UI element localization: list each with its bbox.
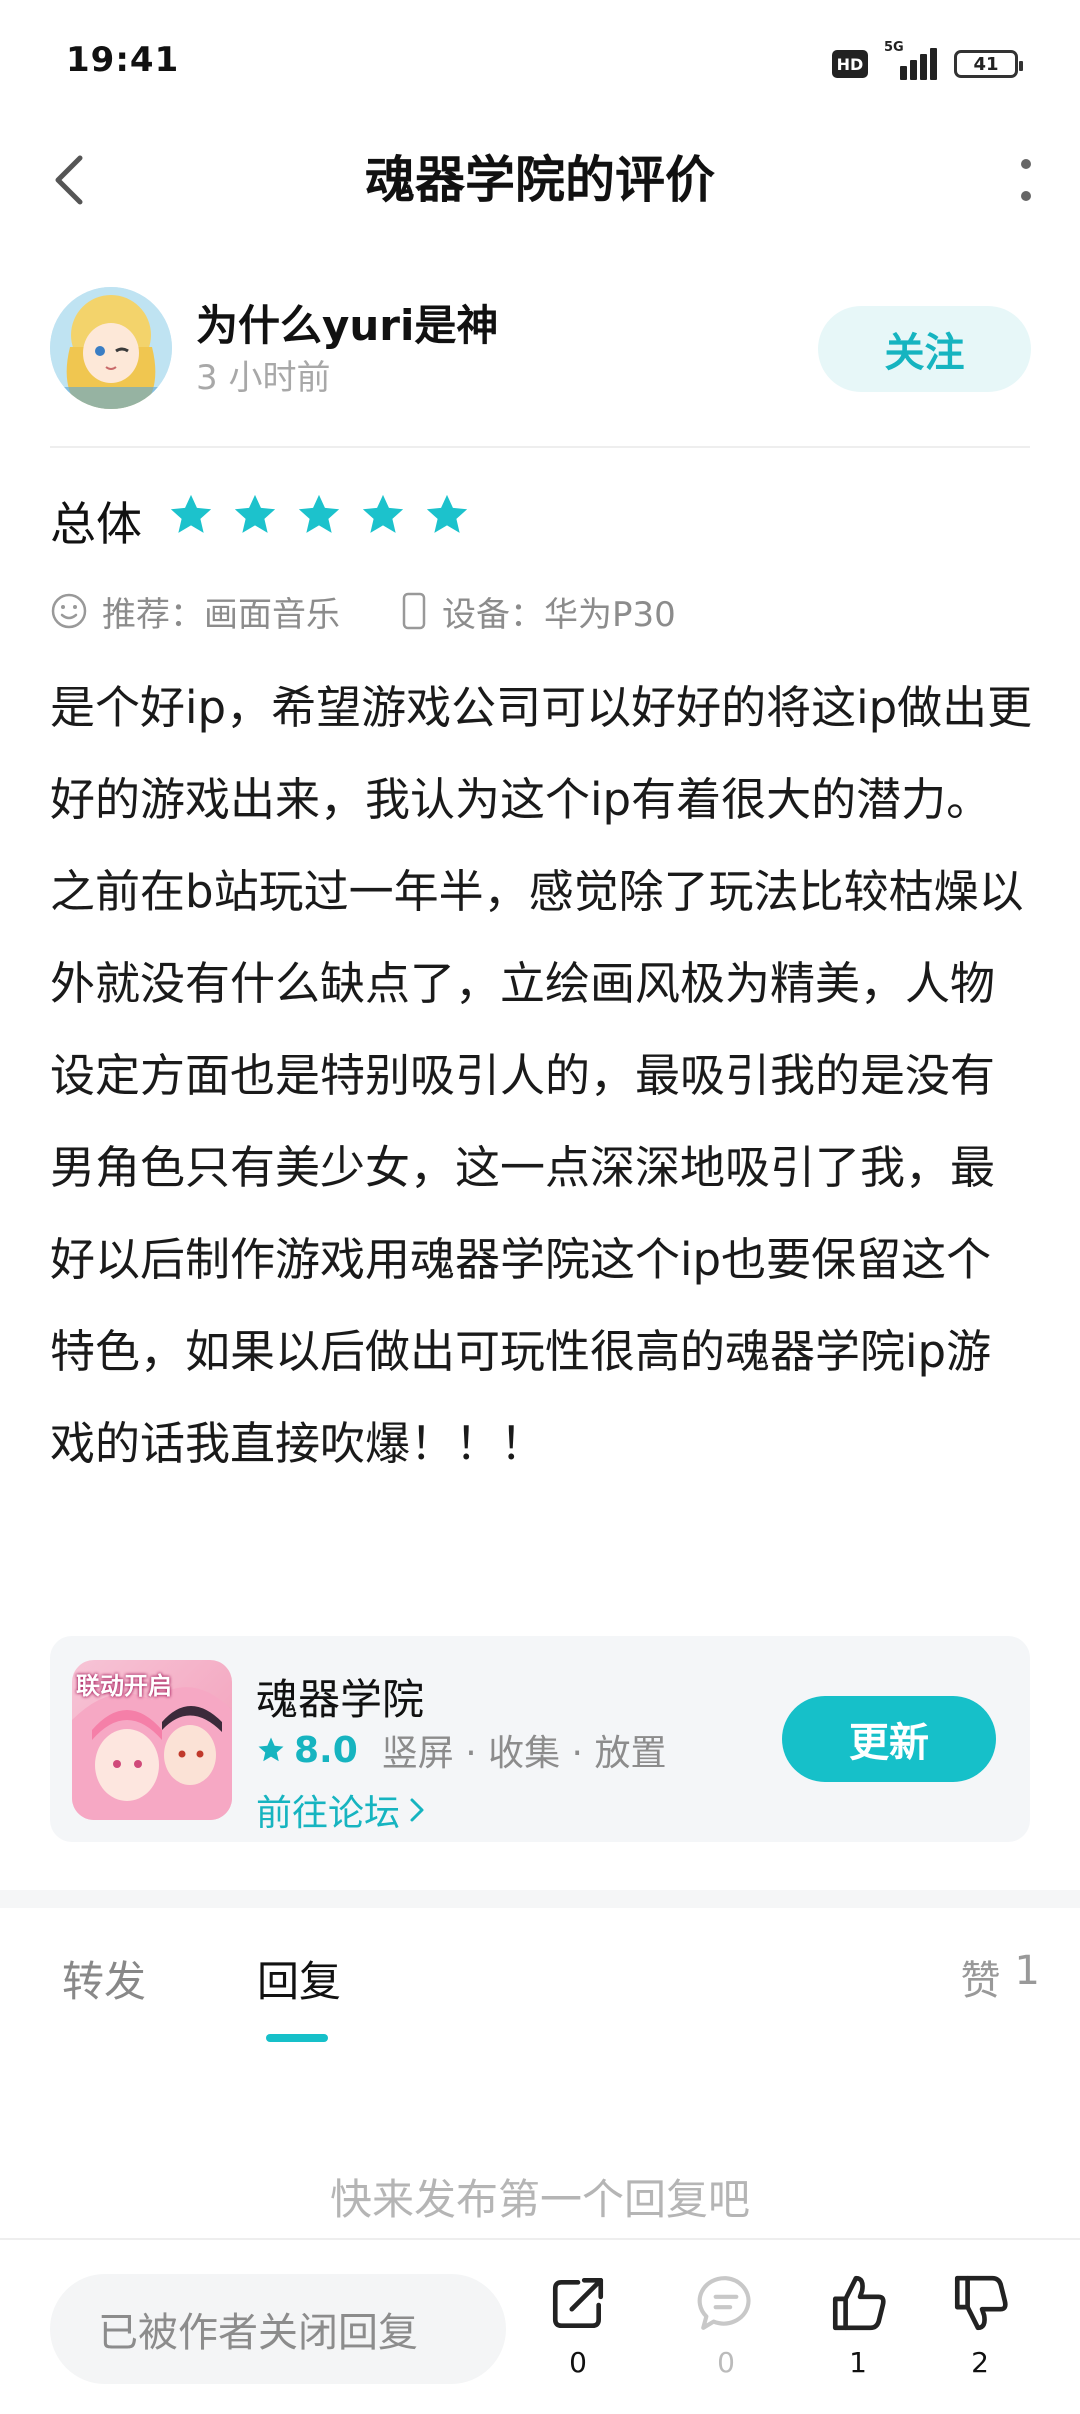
share-count: 0 [569, 2346, 587, 2379]
game-name[interactable]: 魂器学院 [256, 1666, 424, 1727]
more-vertical-icon [1021, 159, 1031, 201]
more-button[interactable] [996, 150, 1056, 210]
game-score: 8.0 [294, 1729, 358, 1771]
post-time: 3 小时前 [196, 358, 331, 398]
like-button[interactable]: 1 [808, 2272, 908, 2379]
forum-link-label: 前往论坛 [256, 1793, 401, 1834]
star-icon [170, 494, 212, 533]
comment-icon [697, 2276, 751, 2330]
dislike-count: 2 [971, 2346, 989, 2379]
divider [50, 446, 1030, 448]
update-button[interactable]: 更新 [782, 1696, 996, 1782]
dislike-button[interactable]: 2 [930, 2272, 1030, 2379]
likes-label: 赞 [960, 1958, 1001, 2004]
comment-button[interactable]: 0 [676, 2272, 776, 2379]
star-icon [362, 494, 404, 533]
status-bar: 19:41 HD 5G 41 [0, 0, 1080, 130]
comment-count: 0 [717, 2346, 735, 2379]
status-time: 19:41 [66, 40, 180, 80]
star-icon [426, 494, 468, 533]
phone-icon [402, 592, 426, 630]
rating-stars [168, 492, 470, 538]
battery-icon: 41 [954, 50, 1023, 78]
avatar[interactable] [50, 287, 172, 409]
empty-replies-hint: 快来发布第一个回复吧 [329, 2175, 750, 2224]
star-icon [298, 494, 340, 533]
page-title: 魂器学院的评价 [365, 151, 715, 209]
share-icon [552, 2277, 604, 2329]
star-icon [258, 1737, 284, 1762]
follow-button[interactable]: 关注 [818, 306, 1031, 392]
chevron-right-icon [410, 1798, 424, 1822]
game-tags: 竖屏 · 收集 · 放置 [381, 1733, 667, 1774]
bottom-action-bar: 已被作者关闭回复 0 0 1 2 [0, 2238, 1080, 2414]
tab-active-indicator [266, 2034, 328, 2042]
thumbs-down-icon [954, 2275, 1008, 2331]
author-name[interactable]: 为什么yuri是神 [196, 292, 498, 353]
tab-share[interactable]: 转发 [62, 1948, 146, 2009]
section-separator [0, 1890, 1080, 1908]
reply-input[interactable]: 已被作者关闭回复 [50, 2274, 506, 2384]
share-button[interactable]: 0 [528, 2272, 628, 2379]
rating-label: 总体 [50, 497, 142, 551]
avatar-image [50, 287, 172, 409]
review-meta: 推荐：画面音乐 设备：华为P30 [50, 586, 676, 636]
like-count: 1 [849, 2346, 867, 2379]
hd-icon: HD [832, 50, 868, 78]
smile-icon [51, 593, 87, 629]
tab-likes[interactable]: 赞 1 [961, 1948, 1040, 2006]
recommend-text: 推荐：画面音乐 [102, 594, 340, 635]
star-icon [234, 494, 276, 533]
device-text: 设备：华为P30 [442, 594, 676, 635]
forum-link[interactable]: 前往论坛 [256, 1784, 426, 1836]
game-icon[interactable]: 联动开启 [72, 1660, 232, 1820]
likes-count: 1 [1014, 1948, 1040, 1994]
game-icon-label: 联动开启 [76, 1672, 172, 1700]
tab-reply[interactable]: 回复 [257, 1948, 341, 2009]
thumbs-up-icon [832, 2275, 886, 2331]
game-score-row: 8.0 竖屏 · 收集 · 放置 [256, 1728, 666, 1774]
status-icons: HD 5G 41 [832, 40, 1023, 84]
top-bar: 魂器学院的评价 [0, 130, 1080, 230]
signal-icon: 5G [884, 40, 938, 82]
game-card[interactable]: 联动开启 魂器学院 8.0 竖屏 · 收集 · 放置 前往论坛 更新 [50, 1636, 1030, 1842]
review-text: 是个好ip，希望游戏公司可以好好的将这ip做出更好的游戏出来，我认为这个ip有着… [50, 681, 1033, 1470]
